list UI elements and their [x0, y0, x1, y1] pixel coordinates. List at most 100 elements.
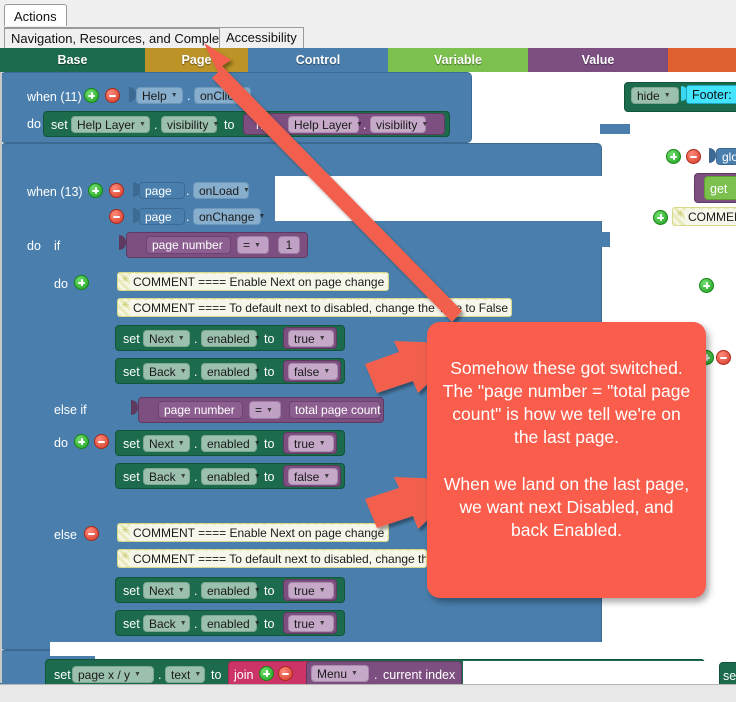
right-bottom-do-label: do — [702, 669, 716, 683]
chevron-down-icon: ▼ — [253, 335, 261, 342]
when-13-event1-dropdown[interactable]: onLoad ▼ — [193, 182, 250, 199]
cond2-operator-dropdown[interactable]: = ▼ — [249, 401, 281, 419]
set-next-3-property-dropdown[interactable]: enabled ▼ — [201, 582, 261, 599]
cond2-right-field[interactable]: total page count — [289, 401, 381, 419]
chevron-down-icon: ▼ — [323, 473, 331, 480]
comment-default-next-2[interactable]: ✳ COMMENT ==== To default next to disabl… — [117, 549, 427, 568]
comment-star-icon: ✳ — [121, 274, 130, 285]
when-13-add-button[interactable] — [88, 183, 103, 198]
set-help-layer-object-dropdown[interactable]: Help Layer ▼ — [71, 116, 150, 133]
palette-segment-page[interactable]: Page — [145, 48, 248, 72]
set-back-3-object-dropdown[interactable]: Back ▼ — [143, 615, 190, 632]
set-back-2-to-label: to — [264, 470, 275, 484]
menu-object-dropdown[interactable]: Menu ▼ — [311, 665, 369, 682]
cond1-left-field[interactable]: page number — [146, 236, 231, 254]
when-11-remove-button[interactable] — [105, 88, 120, 103]
branch2-do-label: do — [54, 436, 68, 450]
comment-default-next-1[interactable]: ✳ COMMENT ==== To default next to disabl… — [117, 298, 512, 317]
when-11-object-label: Help — [142, 88, 167, 103]
when-11-event-label: onClick — [200, 88, 240, 103]
set-help-layer-property-dropdown[interactable]: visibility ▼ — [161, 116, 219, 133]
when-13-event2-dropdown[interactable]: onChange ▼ — [193, 208, 265, 225]
not-operand-property-dropdown[interactable]: visibility ▼ — [370, 116, 428, 133]
else-remove-button[interactable] — [84, 526, 99, 541]
when-12-inner-add-button-2[interactable] — [699, 278, 714, 293]
when-13-remove-button[interactable] — [109, 183, 124, 198]
branch2-remove-button[interactable] — [94, 434, 109, 449]
set-back-1-object-dropdown[interactable]: Back ▼ — [143, 363, 190, 380]
chevron-down-icon: ▼ — [177, 440, 185, 447]
branch2-add-button[interactable] — [74, 434, 89, 449]
set-back-1-dot: . — [194, 365, 198, 379]
subtab-accessibility[interactable]: Accessibility — [219, 27, 304, 48]
when-12-remove-button[interactable] — [686, 149, 701, 164]
value-false-2-dropdown[interactable]: false ▼ — [288, 468, 338, 485]
palette-segment-value[interactable]: Value — [528, 48, 668, 72]
set-back-2-property-dropdown[interactable]: enabled ▼ — [201, 468, 261, 485]
not-operand-object-dropdown[interactable]: Help Layer ▼ — [288, 116, 363, 133]
when-13-event2-object[interactable]: page — [139, 208, 185, 225]
cond2-left-field[interactable]: page number — [158, 401, 243, 419]
set-back-1-property-dropdown[interactable]: enabled ▼ — [201, 363, 261, 380]
value-true-1-dropdown[interactable]: true ▼ — [288, 330, 334, 347]
cond1-right-field[interactable]: 1 — [278, 236, 300, 254]
comment-star-icon: ✳ — [121, 551, 130, 562]
when-12-global-field[interactable]: glo — [716, 148, 736, 165]
when-13-dot-2: . — [186, 210, 190, 224]
tab-actions[interactable]: Actions — [4, 4, 67, 27]
when-12-label: when (12) — [607, 151, 663, 165]
annotation-callout: Somehow these got switched. The "page nu… — [427, 322, 706, 598]
join-add-button[interactable] — [259, 666, 274, 681]
when-12-inner-remove-button[interactable] — [716, 350, 731, 365]
set-pagexy-property-dropdown[interactable]: text ▼ — [165, 666, 205, 683]
when-13-remove-button-2[interactable] — [109, 209, 124, 224]
when-11-event-dropdown[interactable]: onClick ▼ — [194, 87, 251, 104]
set-next-1-object-dropdown[interactable]: Next ▼ — [143, 330, 190, 347]
value-true-3-dropdown[interactable]: true ▼ — [288, 582, 334, 599]
palette-segment-base[interactable]: Base — [0, 48, 145, 72]
palette-segment-control[interactable]: Control — [248, 48, 388, 72]
when-12-comment[interactable]: ✳ COMMEN — [672, 207, 736, 226]
set-help-layer-set-label: set — [51, 118, 68, 132]
set-next-1-object-label: Next — [149, 331, 174, 346]
set-next-3-object-label: Next — [149, 583, 174, 598]
when-11-object-dropdown[interactable]: Help ▼ — [136, 87, 183, 104]
value-true-2-dropdown[interactable]: true ▼ — [288, 435, 334, 452]
set-next-3-object-dropdown[interactable]: Next ▼ — [143, 582, 190, 599]
not-operand-object-label: Help Layer — [294, 117, 353, 132]
set-back-2-label: set — [123, 470, 140, 484]
value-false-1-dropdown[interactable]: false ▼ — [288, 363, 338, 380]
chevron-down-icon: ▼ — [356, 121, 363, 128]
hide-target-field[interactable]: Footer: N — [686, 85, 736, 104]
when-11-dot: . — [187, 89, 191, 103]
when-13-event1-object[interactable]: page — [139, 182, 185, 199]
set-pagexy-object-dropdown[interactable]: page x / y ▼ — [72, 666, 154, 683]
when-12-inner-add-button[interactable] — [653, 210, 668, 225]
when-12-comment-text: COMMEN — [685, 208, 736, 225]
value-true-4-dropdown[interactable]: true ▼ — [288, 615, 334, 632]
chevron-down-icon: ▼ — [318, 440, 326, 447]
when-11-add-button[interactable] — [84, 88, 99, 103]
status-bar — [0, 684, 736, 702]
comment-enable-next-1[interactable]: ✳ COMMENT ==== Enable Next on page chang… — [117, 272, 389, 291]
when-12-socket — [709, 148, 716, 163]
palette-segment-extra[interactable] — [668, 48, 736, 72]
join-remove-button[interactable] — [278, 666, 293, 681]
set-back-3-property-dropdown[interactable]: enabled ▼ — [201, 615, 261, 632]
when-13-event2-label: onChange — [199, 209, 255, 224]
set-next-2-property-dropdown[interactable]: enabled ▼ — [201, 435, 261, 452]
comment-enable-next-2[interactable]: ✳ COMMENT ==== Enable Next on page chang… — [117, 523, 389, 542]
branch1-add-button[interactable] — [74, 275, 89, 290]
subtab-navigation-resources-completion[interactable]: Navigation, Resources, and Completion — [4, 27, 248, 48]
set-back-2-object-dropdown[interactable]: Back ▼ — [143, 468, 190, 485]
chevron-down-icon: ▼ — [663, 92, 671, 99]
set-next-1-property-dropdown[interactable]: enabled ▼ — [201, 330, 261, 347]
set-next-2-object-dropdown[interactable]: Next ▼ — [143, 435, 190, 452]
chevron-down-icon: ▼ — [177, 335, 185, 342]
hide-action-dropdown[interactable]: hide ▼ — [631, 87, 679, 104]
set-next-3-dot: . — [194, 584, 198, 598]
when-12-add-button[interactable] — [666, 149, 681, 164]
right-hide-do-label: do — [607, 89, 621, 103]
cond1-operator-dropdown[interactable]: = ▼ — [237, 236, 269, 254]
palette-segment-variable[interactable]: Variable — [388, 48, 528, 72]
